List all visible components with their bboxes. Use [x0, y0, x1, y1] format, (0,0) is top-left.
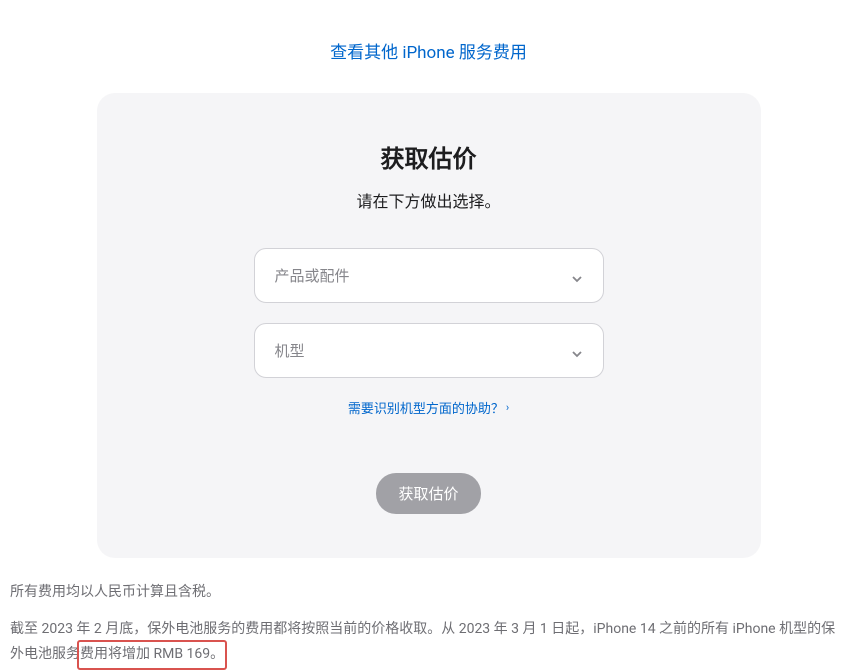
footer-line1: 所有费用均以人民币计算且含税。: [10, 580, 847, 605]
identify-model-help-link[interactable]: 需要识别机型方面的协助？ ›: [348, 398, 509, 417]
estimate-card: 获取估价 请在下方做出选择。 产品或配件 机型 需要识别机型方面的协助？ › 获…: [97, 93, 761, 558]
chevron-down-icon: [571, 270, 583, 282]
other-services-link[interactable]: 查看其他 iPhone 服务费用: [330, 43, 527, 63]
footer-notes: 所有费用均以人民币计算且含税。 截至 2023 年 2 月底，保外电池服务的费用…: [10, 558, 847, 668]
chevron-right-icon: ›: [506, 401, 509, 414]
chevron-down-icon: [571, 345, 583, 357]
product-select-label: 产品或配件: [275, 265, 350, 286]
model-select-label: 机型: [275, 340, 305, 361]
footer-line2: 截至 2023 年 2 月底，保外电池服务的费用都将按照当前的价格收取。从 20…: [10, 617, 847, 667]
model-select[interactable]: 机型: [254, 323, 604, 378]
product-select[interactable]: 产品或配件: [254, 248, 604, 303]
price-increase-highlight: 费用将增加 RMB 169。: [80, 642, 224, 667]
help-link-row: 需要识别机型方面的协助？ ›: [127, 398, 731, 417]
card-subtitle: 请在下方做出选择。: [127, 188, 731, 212]
get-estimate-button[interactable]: 获取估价: [376, 473, 480, 514]
card-title: 获取估价: [127, 139, 731, 174]
help-link-text: 需要识别机型方面的协助？: [348, 398, 504, 417]
top-link-row: 查看其他 iPhone 服务费用: [10, 0, 847, 93]
